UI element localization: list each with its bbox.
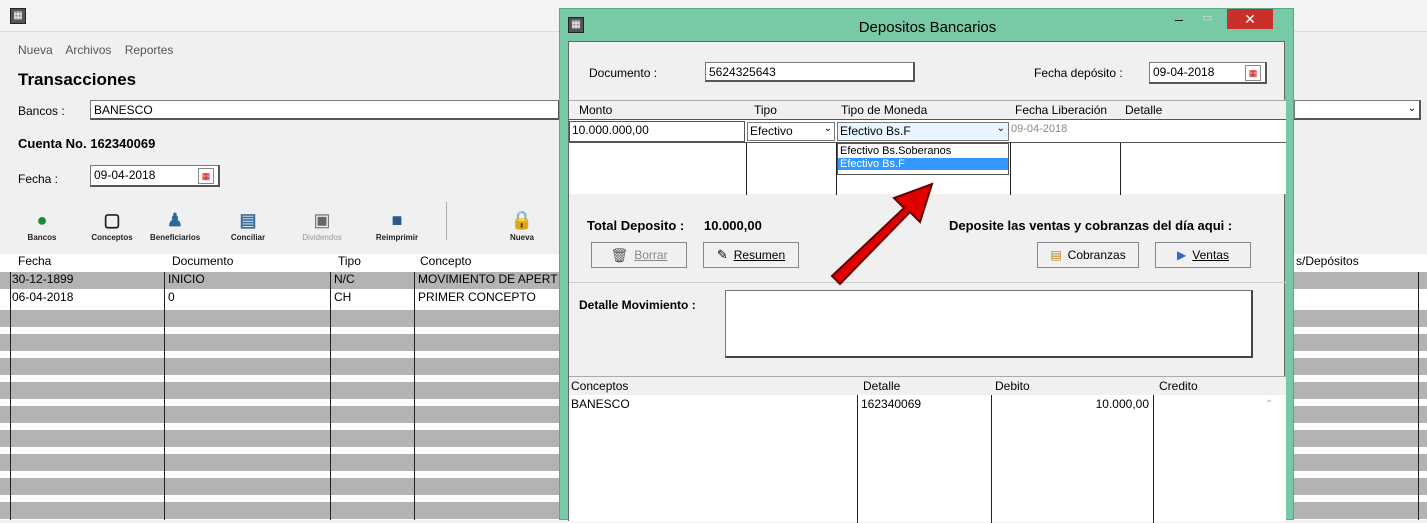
fecha-deposito-label: Fecha depósito : — [1034, 66, 1123, 80]
app-icon: ▦ — [10, 8, 26, 24]
toolbar-divider — [446, 202, 447, 240]
fecha-deposito-input[interactable]: 09-04-2018 ▦ — [1149, 62, 1267, 84]
fecha-deposito-value: 09-04-2018 — [1153, 65, 1215, 79]
moneda-option[interactable]: Efectivo Bs.Soberanos — [838, 144, 1008, 158]
fecha-liberacion-value[interactable]: 09-04-2018 — [1011, 123, 1067, 135]
toolbar-conciliar[interactable]: ▤ Conciliar — [228, 210, 268, 242]
minimize-button[interactable]: ‒ — [1175, 11, 1183, 27]
moneda-option-selected[interactable]: Efectivo Bs.F — [838, 158, 1008, 170]
menu-nueva[interactable]: Nueva — [18, 43, 53, 57]
conceptos-grid-header: Conceptos Detalle Debito Credito — [569, 377, 1286, 395]
bancos-label: Bancos : — [18, 104, 65, 118]
menu-bar: Nueva Archivos Reportes — [18, 43, 183, 57]
conceptos-grid[interactable]: Conceptos Detalle Debito Credito BANESCO… — [569, 376, 1286, 523]
documento-label: Documento : — [589, 66, 658, 80]
col-documento[interactable]: Documento — [172, 254, 233, 268]
grid-line — [10, 272, 11, 520]
col-tipo-moneda[interactable]: Tipo de Moneda — [841, 103, 927, 117]
resumen-icon: ✎ — [716, 247, 728, 262]
page-title: Transacciones — [18, 70, 137, 89]
deposit-edit-row[interactable]: 10.000.000,00 Efectivo ⌄ Efectivo Bs.F ⌄ 0… — [569, 119, 1286, 143]
arrow-icon — [830, 182, 934, 286]
col-detalle[interactable]: Detalle — [863, 379, 900, 393]
documento-input[interactable]: 5624325643 — [705, 62, 915, 82]
borrar-button[interactable]: 🗑 Borrar — [591, 242, 687, 268]
grid-line — [746, 143, 747, 195]
dialog-title: Depositos Bancarios — [858, 19, 997, 36]
toolbar-dividendos[interactable]: ▣ Dividendos — [300, 210, 344, 242]
close-button[interactable]: ✕ — [1227, 9, 1273, 29]
grid-line — [857, 395, 858, 523]
table-row[interactable]: BANESCO 162340069 10.000,00 — [569, 397, 1286, 415]
cuenta-label: Cuenta No. 162340069 — [18, 136, 156, 151]
grid-line — [330, 272, 331, 520]
calendar-icon[interactable]: ▦ — [1245, 65, 1261, 81]
toolbar-reimprimir[interactable]: ■ Reimprimir — [372, 210, 422, 242]
toolbar-bancos[interactable]: ● Bancos — [22, 210, 62, 242]
grid-line — [1120, 143, 1121, 195]
toolbar-beneficiarios[interactable]: ♟ Beneficiarios — [150, 210, 200, 242]
col-fecha-liberacion[interactable]: Fecha Liberación — [1015, 103, 1107, 117]
col-tipo[interactable]: Tipo — [754, 103, 777, 117]
chevron-down-icon: ⌄ — [996, 123, 1005, 134]
conciliar-icon: ▤ — [239, 210, 257, 230]
bancos-select[interactable]: BANESCO — [90, 100, 560, 120]
col-debito[interactable]: Debito — [995, 379, 1030, 393]
grid-line — [991, 395, 992, 523]
lock-icon: 🔒 — [510, 210, 534, 230]
col-tipo[interactable]: Tipo — [338, 254, 361, 268]
trash-icon: 🗑 — [610, 246, 629, 263]
printer-icon: ■ — [391, 210, 403, 230]
document-icon: ▢ — [103, 210, 121, 230]
col-monto[interactable]: Monto — [579, 103, 612, 117]
chevron-down-icon: ⌄ — [823, 123, 832, 134]
toolbar-nueva[interactable]: 🔒 Nueva — [500, 210, 544, 242]
people-icon: ♟ — [166, 210, 184, 230]
toolbar-conceptos[interactable]: ▢ Conceptos — [90, 210, 134, 242]
deposit-grid-header: Monto Tipo Tipo de Moneda Fecha Liberaci… — [569, 101, 1286, 119]
detalle-movimiento-textarea[interactable] — [725, 290, 1253, 358]
col-detalle[interactable]: Detalle — [1125, 103, 1162, 117]
cobranzas-button[interactable]: ▤ Cobranzas — [1037, 242, 1139, 268]
col-fecha[interactable]: Fecha — [18, 254, 51, 268]
grid-line — [414, 272, 415, 520]
col-credito[interactable]: Credito — [1159, 379, 1198, 393]
cobranzas-icon: ▤ — [1050, 248, 1062, 262]
col-conceptos[interactable]: Conceptos — [571, 379, 628, 393]
menu-reportes[interactable]: Reportes — [125, 43, 174, 57]
total-label: Total Deposito : — [587, 218, 685, 233]
fecha-value: 09-04-2018 — [94, 168, 156, 182]
resumen-button[interactable]: ✎ Resumen — [703, 242, 799, 268]
col-concepto[interactable]: Concepto — [420, 254, 471, 268]
grid-line — [164, 272, 165, 520]
menu-archivos[interactable]: Archivos — [65, 43, 111, 57]
ventas-button[interactable]: ▶ Ventas — [1155, 242, 1251, 268]
fecha-input[interactable]: 09-04-2018 ▦ — [90, 165, 220, 187]
moneda-dropdown[interactable]: Efectivo Bs.Soberanos Efectivo Bs.F — [837, 143, 1009, 175]
monto-input[interactable]: 10.000.000,00 — [569, 121, 745, 142]
calendar-icon[interactable]: ▦ — [198, 168, 214, 184]
moneda-select[interactable]: Efectivo Bs.F ⌄ — [837, 122, 1009, 141]
grid-line — [1153, 395, 1154, 523]
col-depositos[interactable]: s/Depósitos — [1296, 254, 1359, 268]
deposite-text: Deposite las ventas y cobranzas del día … — [949, 218, 1233, 233]
maximize-button[interactable]: ▭ — [1202, 11, 1212, 24]
play-icon: ▶ — [1177, 248, 1187, 262]
grid-line — [1418, 272, 1419, 520]
fecha-label: Fecha : — [18, 172, 59, 186]
red-arrow-annotation — [830, 182, 934, 286]
chevron-down-icon: ⌄ — [1407, 103, 1416, 114]
detalle-movimiento-label: Detalle Movimiento : — [579, 298, 696, 312]
dividendos-icon: ▣ — [313, 210, 331, 230]
total-value: 10.000,00 — [704, 218, 762, 233]
money-icon: ● — [36, 210, 48, 230]
scroll-up-icon[interactable]: ⌃ — [1265, 399, 1273, 410]
tipo-select[interactable]: Efectivo ⌄ — [747, 122, 835, 141]
bancos-select-tail[interactable]: ⌄ — [1294, 100, 1421, 120]
grid-line — [1010, 143, 1011, 195]
